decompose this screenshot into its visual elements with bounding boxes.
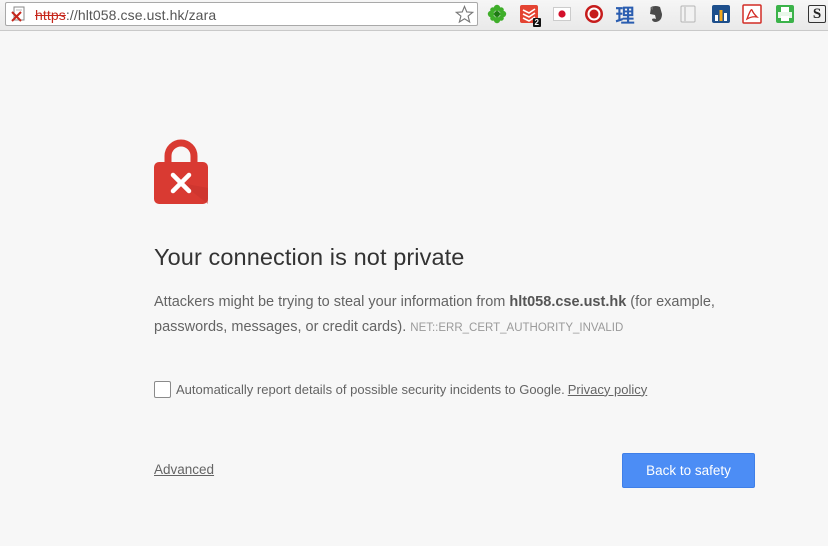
stop-extension-icon[interactable]	[583, 3, 605, 25]
url-host-path: ://hlt058.cse.ust.hk/zara	[65, 7, 217, 23]
page-title: Your connection is not private	[154, 244, 465, 270]
kanji-glyph: 理	[615, 4, 635, 27]
green-flower-extension-icon[interactable]	[486, 3, 508, 25]
evernote-extension-icon[interactable]	[645, 3, 667, 25]
stats-chart-extension-icon[interactable]	[710, 3, 732, 25]
bookmark-star-icon[interactable]	[455, 5, 474, 24]
url-scheme: https	[35, 7, 66, 23]
todoist-extension-icon[interactable]: 2	[518, 3, 541, 27]
advanced-link[interactable]: Advanced	[154, 462, 214, 477]
pdf-extension-icon[interactable]	[741, 3, 763, 25]
s-letter-glyph: S	[808, 5, 826, 23]
report-checkbox[interactable]	[154, 380, 171, 398]
address-bar[interactable]: https://hlt058.cse.ust.hk/zara	[5, 2, 478, 26]
explanation-text: Attackers might be trying to steal your …	[154, 290, 774, 340]
report-checkbox-label[interactable]: Automatically report details of possible…	[176, 382, 565, 397]
browser-toolbar: https://hlt058.cse.ust.hk/zara 2 理 S	[0, 0, 828, 31]
japan-flag-extension-icon[interactable]	[551, 3, 573, 25]
s-letter-extension-icon[interactable]: S	[806, 3, 828, 25]
host-name: hlt058.cse.ust.hk	[509, 294, 627, 310]
kanji-extension-icon[interactable]: 理	[614, 3, 636, 27]
privacy-policy-link[interactable]: Privacy policy	[568, 382, 647, 397]
red-lock-icon	[154, 139, 208, 204]
gray-page-extension-icon[interactable]	[677, 3, 699, 25]
broken-lock-page-icon[interactable]	[11, 6, 29, 23]
back-to-safety-button[interactable]: Back to safety	[622, 453, 755, 488]
url-text[interactable]: https://hlt058.cse.ust.hk/zara	[35, 7, 216, 23]
error-code[interactable]: NET::ERR_CERT_AUTHORITY_INVALID	[410, 322, 623, 334]
print-extension-icon[interactable]	[774, 3, 796, 25]
extension-badge-count: 2	[532, 18, 541, 27]
explanation-intro: Attackers might be trying to steal your …	[154, 294, 510, 310]
report-option: Automatically report details of possible…	[154, 380, 647, 398]
